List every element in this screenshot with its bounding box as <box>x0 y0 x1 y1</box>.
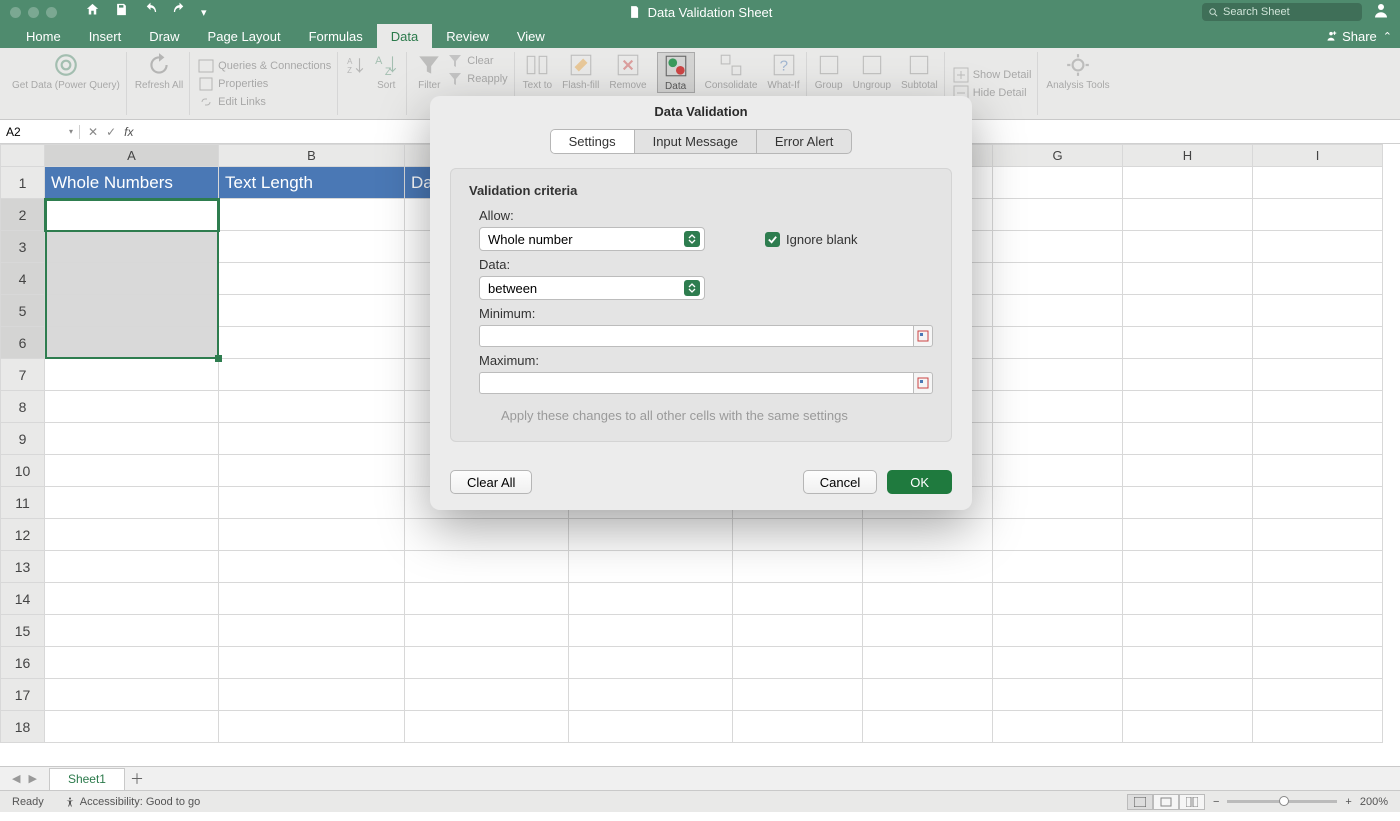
modal-overlay: Data Validation Settings Input Message E… <box>0 0 1400 821</box>
apply-to-all-checkbox: Apply these changes to all other cells w… <box>479 408 933 423</box>
dialog-tab-input-message[interactable]: Input Message <box>635 130 757 153</box>
dialog-tab-settings[interactable]: Settings <box>551 130 635 153</box>
cancel-button[interactable]: Cancel <box>803 470 877 494</box>
data-select[interactable]: between <box>479 276 705 300</box>
allow-label: Allow: <box>479 208 933 223</box>
data-validation-dialog: Data Validation Settings Input Message E… <box>430 96 972 510</box>
validation-criteria-heading: Validation criteria <box>469 183 933 198</box>
ok-button[interactable]: OK <box>887 470 952 494</box>
minimum-input[interactable] <box>479 325 913 347</box>
maximum-input[interactable] <box>479 372 913 394</box>
minimum-label: Minimum: <box>479 306 933 321</box>
dialog-tab-error-alert[interactable]: Error Alert <box>757 130 852 153</box>
clear-all-button[interactable]: Clear All <box>450 470 532 494</box>
checkmark-icon <box>765 232 780 247</box>
range-picker-icon[interactable] <box>913 325 933 347</box>
data-label: Data: <box>479 257 933 272</box>
ignore-blank-checkbox[interactable]: Ignore blank <box>765 232 858 247</box>
dialog-title: Data Validation <box>430 96 972 129</box>
allow-select[interactable]: Whole number <box>479 227 705 251</box>
dialog-tabs: Settings Input Message Error Alert <box>450 129 952 154</box>
range-picker-icon[interactable] <box>913 372 933 394</box>
chevron-updown-icon <box>684 231 700 247</box>
chevron-updown-icon <box>684 280 700 296</box>
maximum-label: Maximum: <box>479 353 933 368</box>
